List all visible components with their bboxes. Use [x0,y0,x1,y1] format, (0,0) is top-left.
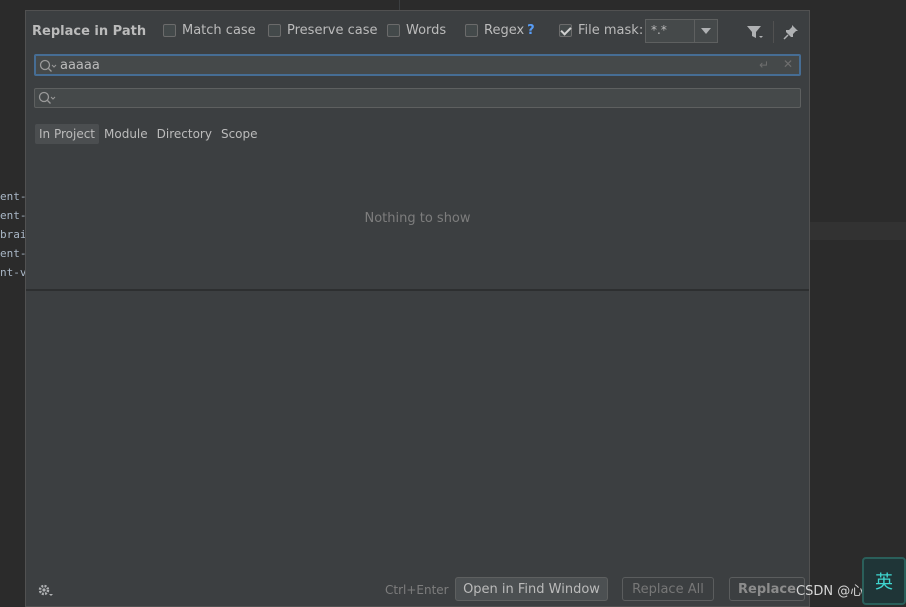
match-case-checkbox[interactable] [163,24,176,37]
file-mask-value[interactable]: *.* [646,20,694,42]
file-mask-combobox[interactable]: *.* [645,19,718,43]
shortcut-hint: Ctrl+Enter [385,583,449,597]
editor-line-highlight [810,222,906,240]
preserve-case-checkbox[interactable] [268,24,281,37]
tab-scope[interactable]: Scope [217,124,262,144]
gear-icon[interactable] [37,582,53,602]
preserve-case-label: Preserve case [287,23,378,38]
search-icon[interactable] [39,59,57,77]
regex-label: Regex [484,23,525,38]
preserve-case-option[interactable]: Preserve case [268,23,378,38]
words-label: Words [406,23,447,38]
file-mask-checkbox[interactable] [559,24,572,37]
tab-module[interactable]: Module [100,124,152,144]
ime-indicator[interactable]: 英 [862,557,906,605]
regex-help-icon[interactable]: ? [527,23,535,38]
search-input[interactable]: aaaaa ↵ ✕ [34,54,801,76]
preview-splitter[interactable] [26,289,809,291]
scope-tabs: In Project Module Directory Scope [35,124,263,144]
dialog-title: Replace in Path [32,24,147,39]
replace-button[interactable]: Replace [729,577,805,601]
match-case-label: Match case [182,23,256,38]
clear-icon[interactable]: ✕ [783,57,793,71]
newline-icon[interactable]: ↵ [759,58,769,72]
regex-option[interactable]: Regex ? [465,23,535,38]
search-input-value[interactable]: aaaaa [60,58,100,73]
replace-input[interactable] [34,88,801,108]
words-option[interactable]: Words [387,23,446,38]
replace-all-button[interactable]: Replace All [622,577,714,601]
file-mask-option[interactable]: File mask: [559,23,643,38]
tab-in-project[interactable]: In Project [35,124,100,144]
toolbar-separator [773,21,774,43]
filter-icon[interactable] [746,23,764,41]
chevron-down-icon[interactable] [694,20,717,42]
replace-in-path-dialog: Replace in Path Match case Preserve case… [25,10,810,607]
regex-checkbox[interactable] [465,24,478,37]
open-in-find-window-button[interactable]: Open in Find Window [455,577,608,601]
pin-icon[interactable] [782,23,800,41]
empty-results-text: Nothing to show [364,211,471,226]
file-mask-label: File mask: [578,23,644,38]
match-case-option[interactable]: Match case [163,23,256,38]
search-icon[interactable] [38,91,56,109]
words-checkbox[interactable] [387,24,400,37]
tab-directory[interactable]: Directory [153,124,216,144]
